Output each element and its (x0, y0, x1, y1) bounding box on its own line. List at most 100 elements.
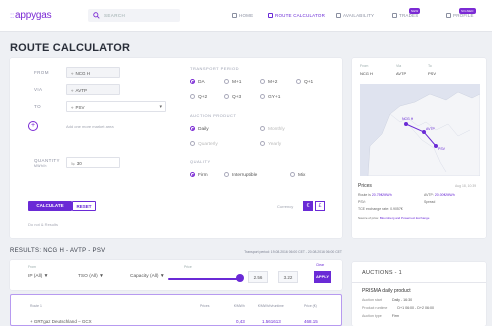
route-form-panel (10, 58, 342, 238)
search-icon (93, 12, 100, 19)
radio-firm[interactable]: Firm (190, 172, 208, 178)
price-line-exchange: TCE exchange rate: 0.9057€ (358, 207, 403, 211)
runtime-column-head: €/MWh/h/runtime (258, 304, 284, 308)
filter-tso-dropdown[interactable]: TSO (All) ▼ (78, 274, 104, 279)
nav-trades[interactable]: TRADES NEW (392, 8, 421, 18)
add-market-hint: Add one more market area (66, 124, 114, 129)
auctions-title: AUCTIONS - 1 (362, 270, 402, 276)
radio-q1[interactable]: Q+1 (296, 79, 313, 85)
map-label-via: AVTP (426, 127, 436, 131)
auction-name[interactable]: PRISMA daily product (362, 288, 411, 294)
clear-filters-link[interactable]: Clear (316, 263, 324, 267)
price-source: Source of price: Bloomberg and Powernext… (358, 216, 430, 220)
eur-mwh-column-head: €/MWh (234, 304, 245, 308)
radio-mix[interactable]: Mix (290, 172, 305, 178)
map-via-value: AVTP (396, 71, 407, 76)
radio-daily[interactable]: Daily (190, 126, 209, 132)
filter-price-label: Price (184, 265, 192, 269)
route-row-runtime: 1.561613 (262, 319, 281, 324)
results-title: RESULTS: NCG H - AVTP - PSV (10, 248, 106, 254)
filter-icon: ▼ (99, 274, 104, 279)
price-max-input[interactable]: 3.22 (278, 271, 298, 283)
filter-icon: ▼ (159, 274, 165, 279)
price-slider-handle[interactable] (236, 274, 244, 282)
search-input[interactable]: SEARCH (88, 9, 180, 22)
map-label-to: PSV (438, 147, 446, 151)
price-min-input[interactable]: 2.56 (248, 271, 268, 283)
prices-date: Aug 18, 10:39 (455, 184, 477, 188)
prices-column-head: Prices (200, 304, 210, 308)
trades-icon (392, 13, 397, 18)
nav-profile[interactable]: PROFILE SIGNED (446, 8, 476, 18)
radio-yearly[interactable]: Yearly (260, 141, 281, 147)
radio-m2[interactable]: M+2 (260, 79, 277, 85)
nav-route-calculator[interactable]: ROUTE CALCULATOR (268, 13, 325, 18)
from-field[interactable]: ⌖ NCG H (66, 67, 120, 78)
radio-m1[interactable]: M+1 (224, 79, 241, 85)
map-label-from: NCG H (402, 117, 414, 121)
home-icon (232, 13, 237, 18)
transport-period-title: TRANSPORT PERIOD (190, 66, 239, 71)
page-title: ROUTE CALCULATOR (10, 42, 131, 54)
pin-icon: ⌖ (71, 71, 74, 76)
marker-from[interactable] (404, 122, 408, 126)
to-label: TO (34, 104, 41, 109)
europe-map[interactable]: NCG H AVTP PSV (360, 84, 480, 176)
results-header: RESULTS: NCG H - AVTP - PSV Transport pe… (10, 248, 342, 258)
availability-icon (336, 13, 341, 18)
filter-capacity-dropdown[interactable]: Capacity (All) ▼ (130, 274, 165, 279)
quality-title: QUALITY (190, 159, 211, 164)
new-badge: NEW (408, 8, 421, 14)
via-field[interactable]: ⌖ AVTP (66, 84, 120, 95)
map-via-head: Via (396, 64, 402, 68)
signed-badge: SIGNED (458, 8, 476, 14)
radio-interruptible[interactable]: Interruptible (224, 172, 257, 178)
price-line-psv: PSV: (358, 200, 366, 204)
chevron-down-icon: ▾ (159, 104, 162, 110)
filter-from-label: From (28, 265, 36, 269)
price-slider-track[interactable] (168, 278, 240, 280)
results-transport-period: Transport period: 19.08.2016 06:00 CET -… (244, 250, 342, 254)
app-logo[interactable]: ::appygas (10, 10, 52, 21)
reset-button[interactable]: RESET (72, 201, 96, 211)
auction-type-row: Auction type Firm (362, 314, 399, 318)
map-from-head: From (360, 64, 369, 68)
results-link[interactable]: Do not & Results (28, 222, 58, 227)
route-row-label[interactable]: + GRTgaz Deutschland – GCX (30, 319, 92, 324)
price-eur-column-head: Price (€) (304, 304, 317, 308)
auction-runtime-row: Product runtime D+1 06:00 - D+2 06:00 (362, 306, 434, 310)
radio-q3[interactable]: Q+3 (224, 94, 241, 100)
from-label: FROM (34, 70, 49, 75)
to-field[interactable]: ⌖ PSV ▾ (66, 101, 166, 112)
quantity-label: QUANTITY (34, 158, 60, 163)
nav-availability[interactable]: AVAILABILITY (336, 13, 374, 18)
map-to-value: PSV (428, 71, 437, 76)
route-row-eur-mwh: 0,43 (236, 319, 245, 324)
nav-home[interactable]: HOME (232, 13, 253, 18)
search-placeholder: SEARCH (104, 13, 126, 18)
pin-icon: ⌖ (71, 105, 74, 110)
route-row-price: 468.15 (304, 319, 318, 324)
prices-title: Prices (358, 183, 372, 189)
route-icon (268, 13, 273, 18)
currency-eur-button[interactable]: € (303, 201, 313, 211)
radio-quarterly[interactable]: Quarterly (190, 141, 218, 147)
apply-filters-button[interactable]: APPLY (314, 271, 331, 283)
quantity-unit: MWh/h (34, 164, 47, 168)
add-market-area-button[interactable]: + (28, 121, 38, 131)
route-column-head: Route 1 (30, 304, 42, 308)
auctions-divider (352, 282, 486, 283)
radio-monthly[interactable]: Monthly (260, 126, 285, 132)
map-to-head: To (428, 64, 432, 68)
profile-icon (446, 13, 451, 18)
radio-gy1[interactable]: GY+1 (260, 94, 280, 100)
pin-icon: ⌖ (71, 88, 74, 93)
calculate-button[interactable]: CALCULATE (28, 201, 72, 211)
filter-icon: ▼ (43, 274, 49, 279)
quantity-input[interactable]: ⇋ 30 (66, 157, 120, 168)
filter-ip-dropdown[interactable]: IP (All) ▼ (28, 274, 48, 279)
currency-gbp-button[interactable]: £ (315, 201, 325, 211)
radio-da[interactable]: DA (190, 79, 205, 85)
radio-q2[interactable]: Q+2 (190, 94, 207, 100)
via-label: VIA (34, 87, 43, 92)
